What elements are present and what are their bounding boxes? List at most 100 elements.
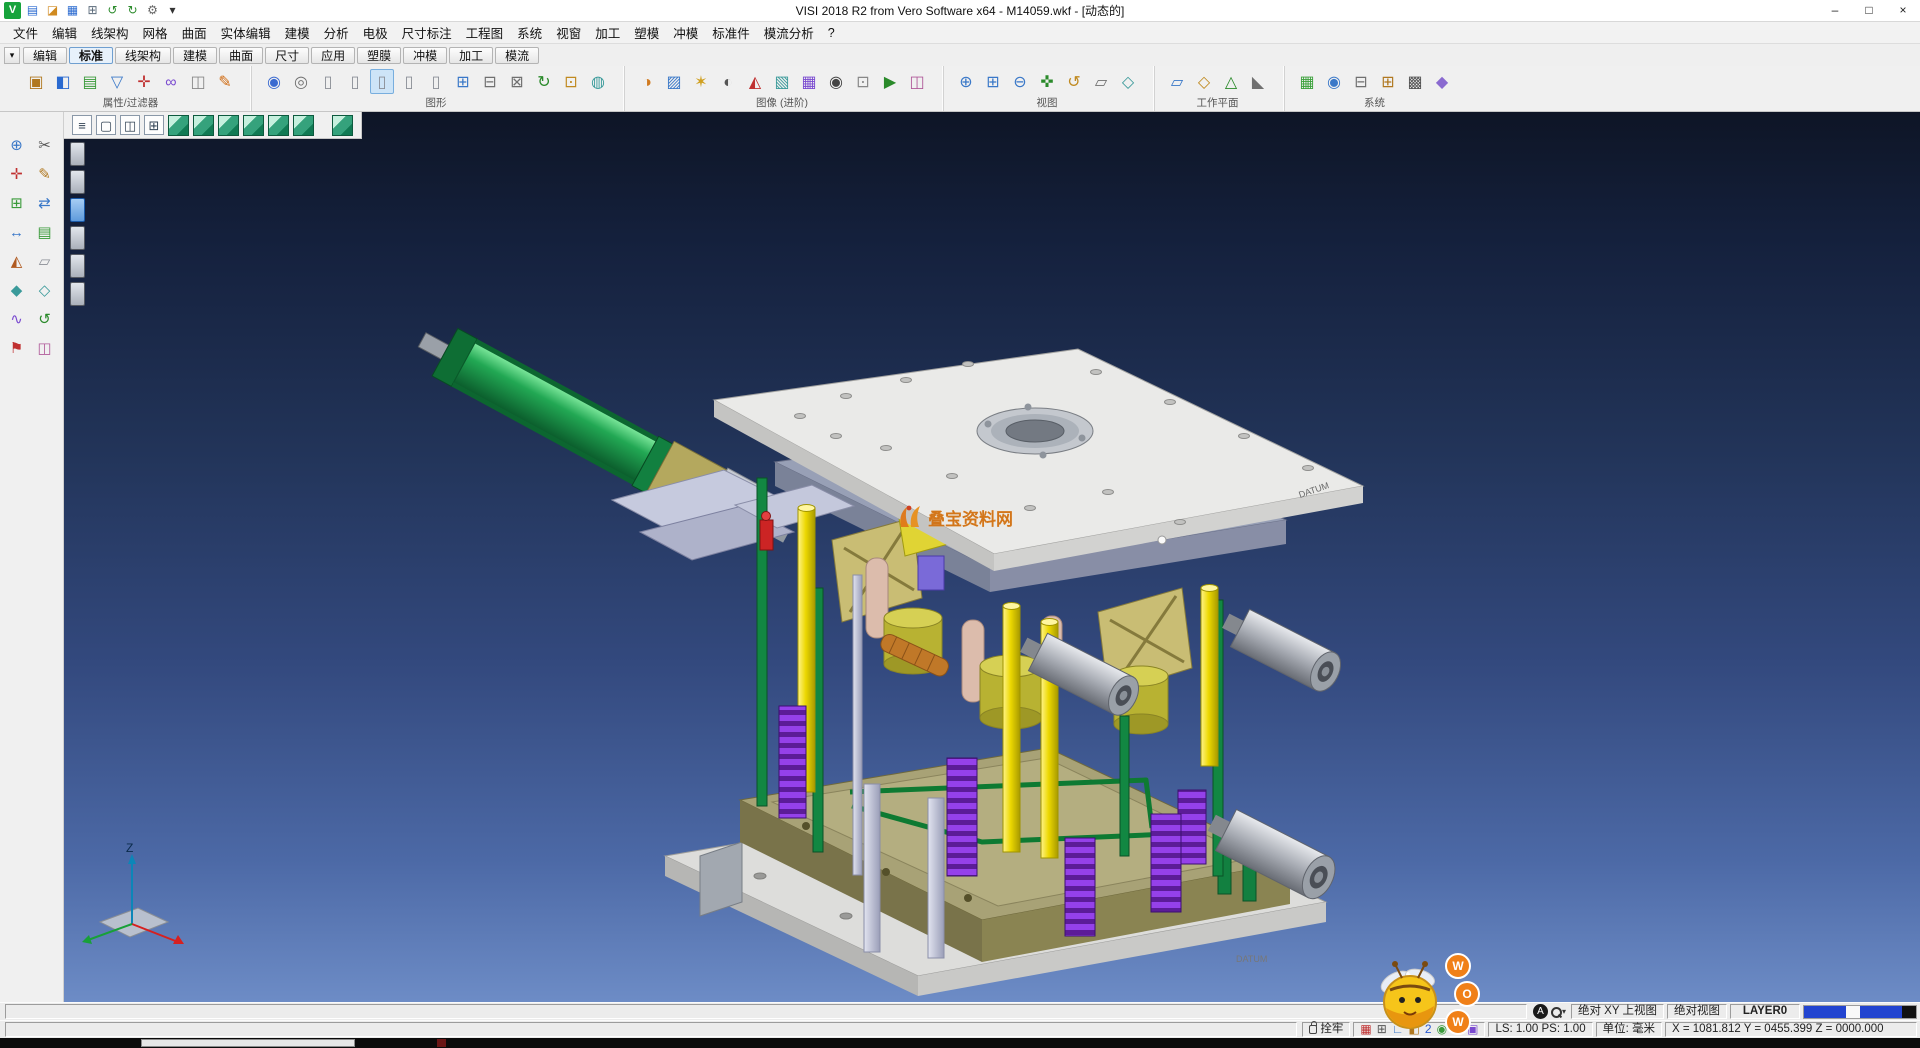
menu-flow-analysis[interactable]: 模流分析 [757, 21, 821, 44]
animate-button[interactable]: ▶ [878, 69, 902, 94]
color-palette-button[interactable]: ▦ [1295, 69, 1319, 94]
workplane-normal-button[interactable]: ◣ [1246, 69, 1270, 94]
view-side-cube-button[interactable] [243, 115, 264, 136]
tab-wireframe[interactable]: 线架构 [115, 47, 171, 64]
blank-elements-button[interactable]: ⊠ [505, 69, 529, 94]
history-undo-button[interactable]: ↺ [33, 308, 57, 332]
assistant-badge-icon[interactable]: A [1533, 1004, 1548, 1019]
system-settings-button[interactable]: ◉ [1322, 69, 1346, 94]
menu-file[interactable]: 文件 [6, 21, 45, 44]
measure-button[interactable]: ↔ [5, 221, 29, 245]
pick-filter-button[interactable]: ✛ [132, 69, 156, 94]
matrix-button[interactable]: ▩ [1403, 69, 1427, 94]
saved-view-3-button[interactable] [70, 198, 85, 222]
crosshair-button[interactable]: ✛ [5, 163, 29, 187]
view-iso-button[interactable]: ◇ [1116, 69, 1140, 94]
maximize-button[interactable]: □ [1852, 0, 1886, 21]
tab-stamping[interactable]: 冲模 [403, 47, 447, 64]
menu-standard-parts[interactable]: 标准件 [705, 21, 757, 44]
wireframe-mode-button[interactable]: ◎ [289, 69, 313, 94]
color-swatch[interactable] [1846, 1006, 1860, 1018]
menu-machining[interactable]: 加工 [588, 21, 627, 44]
lock-toggle[interactable]: 拴牢 [1302, 1022, 1350, 1037]
rotate-view-button[interactable]: ↺ [1062, 69, 1086, 94]
view-dimetric-cube-button[interactable] [332, 115, 353, 136]
view-iso-cube-button[interactable] [168, 115, 189, 136]
menu-electrode[interactable]: 电极 [356, 21, 395, 44]
taskbar-window-preview[interactable] [141, 1039, 355, 1047]
line-style-4-button[interactable]: ▯ [397, 69, 421, 94]
open-file-icon[interactable]: ◪ [44, 2, 61, 19]
color-swatch[interactable] [1860, 1006, 1874, 1018]
layer-field[interactable]: LAYER0 [1730, 1004, 1800, 1019]
workplane-xy-button[interactable]: ▱ [1165, 69, 1189, 94]
texture-button[interactable]: ▨ [662, 69, 686, 94]
zoom-previous-button[interactable]: ⊖ [1008, 69, 1032, 94]
view-front-cube-button[interactable] [218, 115, 239, 136]
menu-dimensioning[interactable]: 尺寸标注 [395, 21, 459, 44]
taskbar-app-chip[interactable] [437, 1039, 446, 1047]
quick-menu-arrow-icon[interactable]: ▾ [164, 2, 181, 19]
layer-filter-button[interactable]: ▤ [78, 69, 102, 94]
transparency-button[interactable]: ▧ [770, 69, 794, 94]
menu-stamping[interactable]: 冲模 [666, 21, 705, 44]
menu-help[interactable]: ? [821, 24, 842, 42]
tab-dimension[interactable]: 尺寸 [265, 47, 309, 64]
cube-spacer[interactable] [318, 115, 328, 136]
viewport[interactable]: DATUM [64, 112, 1920, 1002]
color-swatch[interactable] [1874, 1006, 1888, 1018]
menu-modeling[interactable]: 建模 [278, 21, 317, 44]
color-swatch[interactable] [1888, 1006, 1902, 1018]
save-file-icon[interactable]: ▦ [64, 2, 81, 19]
zoom-window-button[interactable]: ⊞ [981, 69, 1005, 94]
erase-button[interactable]: ◫ [186, 69, 210, 94]
line-style-2-button[interactable]: ▯ [343, 69, 367, 94]
line-style-5-button[interactable]: ▯ [424, 69, 448, 94]
menu-surface[interactable]: 曲面 [175, 21, 214, 44]
tab-application[interactable]: 应用 [311, 47, 355, 64]
clipboard-icon[interactable]: ▤ [24, 2, 41, 19]
color-filter-button[interactable]: ◧ [51, 69, 75, 94]
sheet-plane-button[interactable]: ▱ [33, 250, 57, 274]
view-list-button[interactable]: ≡ [72, 115, 92, 135]
view-split-button[interactable]: ◫ [120, 115, 140, 135]
attributes-button[interactable]: ▣ [24, 69, 48, 94]
tab-standard[interactable]: 标准 [69, 47, 113, 64]
tab-overflow-button[interactable]: ▾ [4, 47, 20, 64]
group-elements-button[interactable]: ⊟ [478, 69, 502, 94]
notes-button[interactable]: ▤ [33, 221, 57, 245]
menu-window[interactable]: 视窗 [549, 21, 588, 44]
color-swatch[interactable] [1832, 1006, 1846, 1018]
workplane-3pt-button[interactable]: △ [1219, 69, 1243, 94]
tab-modeling[interactable]: 建模 [173, 47, 217, 64]
saved-view-2-button[interactable] [70, 170, 85, 194]
stereo-view-button[interactable]: ◫ [905, 69, 929, 94]
view-quad-button[interactable]: ⊞ [144, 115, 164, 135]
print-icon[interactable]: ⊞ [84, 2, 101, 19]
absolute-view-field[interactable]: 绝对视图 [1667, 1004, 1727, 1019]
color-swatch[interactable] [1804, 1006, 1818, 1018]
curve-wave-button[interactable]: ∿ [5, 308, 29, 332]
view-search-button[interactable]: ▾ [1550, 1006, 1566, 1018]
saved-view-6-button[interactable] [70, 282, 85, 306]
tab-machining[interactable]: 加工 [449, 47, 493, 64]
camera-button[interactable]: ◉ [824, 69, 848, 94]
shade-options-button[interactable]: ◍ [586, 69, 610, 94]
regen-view-button[interactable]: ↻ [532, 69, 556, 94]
paintbrush-button[interactable]: ✎ [213, 69, 237, 94]
edit-pencil-button[interactable]: ✎ [33, 163, 57, 187]
redo-icon[interactable]: ↻ [124, 2, 141, 19]
tab-mold[interactable]: 塑膜 [357, 47, 401, 64]
saved-view-1-button[interactable] [70, 142, 85, 166]
line-style-1-button[interactable]: ▯ [316, 69, 340, 94]
workplane-align-button[interactable]: ◇ [1192, 69, 1216, 94]
tab-flow[interactable]: 模流 [495, 47, 539, 64]
isometric-cube-button[interactable]: ◆ [1430, 69, 1454, 94]
zoom-fit-button[interactable]: ⊕ [954, 69, 978, 94]
mirror-button[interactable]: ⇄ [33, 192, 57, 216]
color-swatch[interactable] [1818, 1006, 1832, 1018]
viewport-3d-model[interactable]: DATUM [64, 112, 1920, 1002]
view-bottom-cube-button[interactable] [293, 115, 314, 136]
tab-edit[interactable]: 编辑 [23, 47, 67, 64]
clipboard-small-button[interactable]: ◫ [33, 337, 57, 361]
